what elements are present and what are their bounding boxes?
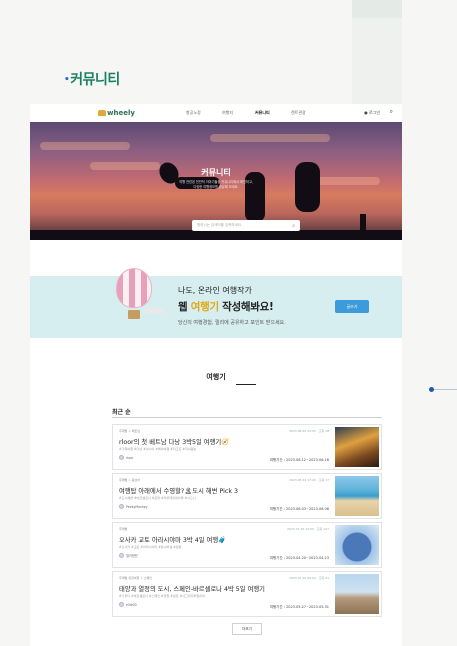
divider [112, 417, 382, 418]
logo-icon [98, 110, 106, 116]
nav-item-community[interactable]: 커뮤니티 [255, 110, 270, 116]
post-card[interactable]: 주제별 > 동남아 2023.08.24 17:00 · 조회 27 여행탑 아… [112, 473, 382, 519]
hero-banner: 커뮤니티 여행 관련된 전반적 이야기들을 커뮤니티에서 확인하고, 다양한 여… [30, 122, 402, 240]
post-period: 여행기간 : 2023.05.27~2023.05.31 [269, 605, 329, 609]
search-placeholder: 원하시는 검색어를 입력하세요. [197, 223, 243, 227]
post-period: 여행기간 : 2023.06.12~2023.06.16 [269, 458, 329, 462]
post-title[interactable]: 오사카 교토 아라시야마 3박 4일 여행🧳 [119, 535, 226, 544]
banner-title: 웹 여행기 작성해봐요! [178, 299, 274, 314]
post-thumbnail[interactable] [335, 476, 379, 516]
post-period: 여행기간 : 2023.08.03~2023.08.06 [269, 507, 329, 511]
hero-cloud [210, 134, 330, 142]
post-meta: 2023.07.30 13:00 · 조회 107 [287, 527, 329, 531]
post-category: 주제별 [119, 527, 128, 531]
post-tags: #오사카 #교토 #아라시야마 #유니버설 #일본 [119, 545, 182, 549]
author-name: ellie00 [126, 602, 137, 607]
write-button[interactable]: 글쓰기 [335, 300, 369, 313]
nav-item-destination[interactable]: 여행지 [222, 110, 233, 116]
hero-ground [30, 230, 402, 240]
avatar [119, 455, 124, 460]
post-title[interactable]: 여행탑 아래에서 수영할?🏝도시 해변 Pick 3 [119, 486, 238, 495]
background-panel-top [352, 0, 402, 18]
hero-title: 커뮤니티 [201, 168, 231, 177]
slider-track[interactable] [433, 389, 457, 390]
banner-description: 당신의 여행경험, 릴리에 공유하고 포인트 받으세요. [178, 320, 286, 326]
hero-cloud [40, 142, 130, 150]
caption-bullet: • [64, 75, 70, 85]
logo-text: wheely [107, 109, 135, 117]
hero-ground [360, 214, 366, 234]
avatar [119, 553, 124, 558]
post-title[interactable]: rloor의 첫 베트남 다낭 3박5일 여행기🧭 [119, 437, 229, 446]
section-caption: •커뮤니티 [64, 69, 120, 89]
avatar [119, 504, 124, 509]
post-card[interactable]: 주제별 유럽여행 > 스페인 2023.07.10 09:00 · 조회 91 … [112, 571, 382, 617]
author-name: rloor [126, 455, 134, 460]
post-author: PeekyMonkey [119, 504, 148, 509]
avatar [119, 602, 124, 607]
post-meta: 2023.08.26 22:00 · 조회 18 [289, 429, 329, 433]
community-page: wheely 항공노정 여행지 커뮤니티 렌트관광 ● 로그인 ⌕ 커뮤니티 여… [30, 104, 402, 646]
hero-search-input[interactable]: 원하시는 검색어를 입력하세요. ⌕ [192, 220, 300, 231]
airplane-icon [144, 308, 164, 314]
search-icon[interactable]: ⌕ [390, 108, 393, 116]
hero-subtitle-line: 다양한 여행정보를 공유해 보세요. [193, 185, 239, 189]
banner-title-prefix: 웹 [178, 301, 191, 313]
section-title: 여행기 [206, 373, 226, 381]
post-card[interactable]: 주제별 > 베트남 2023.08.26 22:00 · 조회 18 rloor… [112, 424, 382, 470]
banner-title-highlight: 여행기 [190, 301, 219, 313]
hero-subtitle: 여행 관련된 전반적 이야기들을 커뮤니티에서 확인하고, 다양한 여행정보를 … [30, 180, 402, 190]
login-link[interactable]: ● 로그인 [364, 110, 380, 116]
post-meta: 2023.08.24 17:00 · 조회 27 [289, 478, 329, 482]
post-meta: 2023.07.10 09:00 · 조회 91 [289, 576, 329, 580]
balloon-icon [116, 268, 152, 308]
post-category: 주제별 > 동남아 [119, 478, 140, 482]
post-author: ellie00 [119, 602, 137, 607]
caption-text: 커뮤니티 [70, 72, 120, 88]
post-author: 밀키한잔 [119, 553, 138, 558]
author-name: 밀키한잔 [126, 554, 138, 558]
nav-item-flight[interactable]: 항공노정 [186, 110, 201, 116]
banner-headline: 나도, 온라인 여행작가 [178, 286, 252, 295]
more-button[interactable]: 더보기 [232, 623, 262, 635]
post-tags: #가족여행 #다낭 #아시아 #해외여행 #리조트 #자녀동반 [119, 447, 197, 451]
sort-label[interactable]: 최근 순 [112, 407, 131, 416]
post-thumbnail[interactable] [335, 574, 379, 614]
post-tags: #도시해변 #바르셀로나 #로마 #리우데자네이루 #시드니 [119, 496, 196, 500]
nav-item-rental[interactable]: 렌트관광 [291, 110, 306, 116]
site-logo[interactable]: wheely [98, 109, 135, 117]
top-nav: wheely 항공노정 여행지 커뮤니티 렌트관광 ● 로그인 ⌕ [30, 104, 402, 122]
post-thumbnail[interactable] [335, 427, 379, 467]
banner-title-suffix: 작성해봐요! [218, 301, 274, 313]
post-title[interactable]: 태양과 열정의 도시, 스페인-바르셀로나 4박 5일 여행기 [119, 584, 265, 593]
post-thumbnail[interactable] [335, 525, 379, 565]
screen: •커뮤니티 wheely 항공노정 여행지 커뮤니티 렌트관광 ● 로그인 ⌕ [0, 0, 457, 646]
author-name: PeekyMonkey [126, 504, 148, 509]
login-label: 로그인 [368, 110, 380, 115]
search-icon[interactable]: ⌕ [292, 223, 295, 229]
post-period: 여행기간 : 2023.04.20~2023.04.23 [269, 556, 329, 560]
post-category: 주제별 유럽여행 > 스페인 [119, 576, 152, 580]
post-author: rloor [119, 455, 133, 460]
post-card[interactable]: 주제별 2023.07.30 13:00 · 조회 107 오사카 교토 아라시… [112, 522, 382, 568]
balloon-basket-icon [128, 310, 140, 319]
post-tags: #가우디 #바르셀로나 #스페인 #유럽 #성당 #사그라다파밀리아 [119, 594, 205, 598]
section-underline [236, 384, 256, 385]
slider-handle[interactable] [429, 387, 434, 392]
post-category: 주제별 > 베트남 [119, 429, 140, 433]
